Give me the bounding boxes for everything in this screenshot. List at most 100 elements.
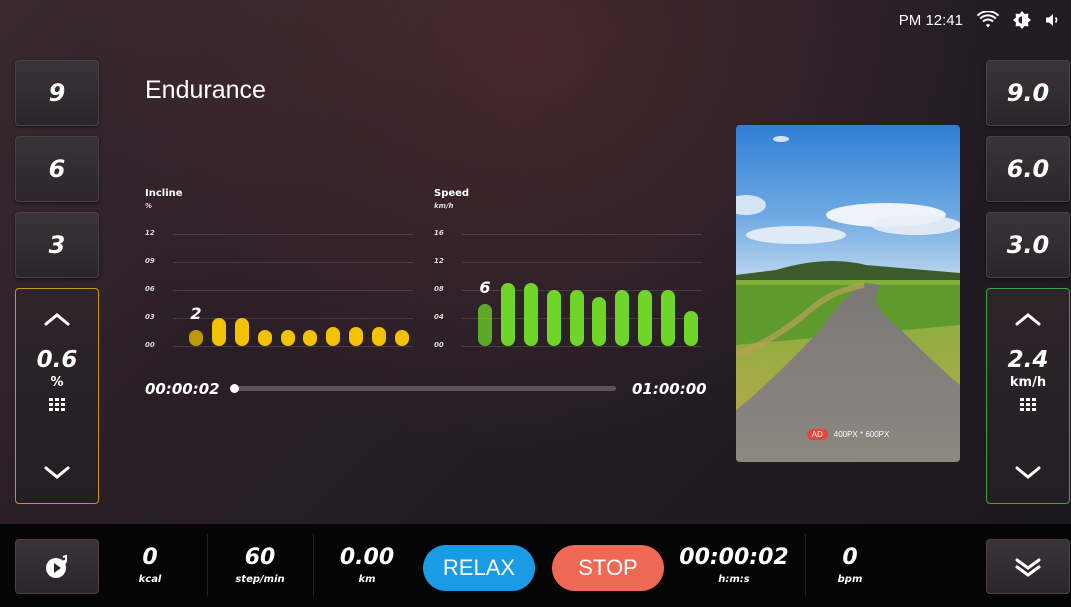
chart-title: Speed (434, 188, 470, 199)
media-button[interactable] (15, 539, 99, 594)
ad-badge: AD (806, 429, 828, 440)
incline-value: 0.6 (36, 347, 78, 373)
distance-stat: 0.00 km (330, 545, 404, 586)
speed-down-button[interactable] (987, 459, 1069, 487)
gridline (462, 234, 702, 235)
time-value: 00:00:02 (679, 545, 789, 570)
wifi-icon (977, 11, 999, 29)
keypad-icon[interactable] (1019, 398, 1037, 418)
chevron-up-icon (44, 313, 70, 326)
cadence-unit: step/min (235, 574, 285, 585)
ad-label: AD 400PX * 600PX (736, 429, 960, 440)
chart-bar (478, 304, 493, 346)
incline-preset-button[interactable]: 9 (15, 60, 99, 126)
incline-control: 0.6 % (15, 288, 99, 504)
gridline (173, 290, 413, 291)
chart-bar (524, 283, 538, 346)
divider (313, 534, 314, 596)
cadence-value: 60 (244, 545, 276, 570)
chevron-up-icon (1015, 313, 1041, 326)
stop-button[interactable]: STOP (552, 545, 664, 591)
current-value-label: 2 (190, 304, 202, 323)
calories-stat: 0 kcal (120, 545, 180, 586)
incline-chart: Incline% 12 09 06 03 00 2 (145, 188, 413, 358)
music-icon (46, 554, 67, 578)
chart-title: Incline (145, 188, 183, 199)
relax-button[interactable]: RELAX (423, 545, 535, 591)
chart-bar (212, 318, 227, 346)
chart-bar (546, 290, 561, 346)
speed-value: 2.4 (1007, 347, 1049, 373)
distance-value: 0.00 (339, 545, 395, 570)
gridline (462, 262, 702, 263)
speed-up-button[interactable] (987, 305, 1069, 333)
gridline (462, 346, 702, 347)
chart-unit: km/h (434, 202, 454, 210)
time-stat: 00:00:02 h:m:s (678, 545, 790, 586)
incline-up-button[interactable] (16, 305, 98, 333)
chart-bar (683, 311, 698, 346)
status-bar: PM 12:41 (899, 8, 1061, 32)
y-tick-label: 16 (434, 229, 444, 237)
incline-preset-button[interactable]: 3 (15, 212, 99, 278)
program-title: Endurance (145, 76, 266, 104)
progress-track (232, 386, 616, 391)
collapse-button[interactable] (986, 539, 1070, 594)
ad-banner[interactable]: AD 400PX * 600PX (736, 125, 960, 462)
volume-icon[interactable] (1045, 12, 1061, 28)
heart-rate-unit: bpm (837, 574, 863, 585)
y-tick-label: 09 (145, 257, 155, 265)
heart-rate-value: 0 (842, 545, 858, 570)
y-tick-label: 12 (434, 257, 444, 265)
chart-bar (569, 290, 584, 346)
chart-bar (501, 283, 516, 346)
heart-rate-stat: 0 bpm (822, 545, 878, 586)
incline-down-button[interactable] (16, 459, 98, 487)
calories-unit: kcal (138, 574, 162, 585)
chart-bar (592, 297, 607, 346)
speed-preset-button[interactable]: 6.0 (986, 136, 1070, 202)
speed-preset-button[interactable]: 3.0 (986, 212, 1070, 278)
speed-chart: Speed km/h 16 12 08 04 00 6 (434, 188, 702, 358)
chart-bar (371, 327, 386, 346)
y-tick-label: 08 (434, 285, 444, 293)
chart-bar (326, 327, 341, 346)
chart-bar (257, 330, 272, 346)
speed-unit: km/h (1009, 375, 1047, 390)
brightness-icon[interactable] (1013, 11, 1031, 29)
chart-bar (615, 290, 630, 346)
chart-bar (349, 327, 363, 346)
incline-unit: % (50, 375, 64, 390)
landscape-road-image (736, 125, 960, 462)
divider (805, 534, 806, 596)
y-tick-label: 03 (145, 313, 155, 321)
chart-unit: % (145, 202, 153, 210)
speed-preset-button[interactable]: 9.0 (986, 60, 1070, 126)
y-tick-label: 04 (434, 313, 444, 321)
distance-unit: km (358, 574, 376, 585)
speed-control: 2.4 km/h (986, 288, 1070, 504)
chart-bar (303, 330, 318, 346)
keypad-icon[interactable] (48, 398, 66, 418)
chart-bar (189, 330, 204, 346)
y-tick-label: 06 (145, 285, 155, 293)
elapsed-time: 00:00:02 (145, 380, 220, 398)
total-time: 01:00:00 (632, 380, 707, 398)
time-unit: h:m:s (718, 574, 750, 585)
y-tick-label: 00 (434, 341, 444, 349)
chart-bar (394, 330, 409, 346)
current-value-label: 6 (479, 278, 491, 297)
gridline (173, 234, 413, 235)
chevron-down-icon (44, 466, 70, 479)
bottom-bar: 0 kcal 60 step/min 0.00 km RELAX STOP 00… (0, 524, 1071, 607)
chevron-down-icon (1015, 466, 1041, 479)
chart-bar (660, 290, 675, 346)
ad-size-text: 400PX * 600PX (833, 430, 890, 439)
y-tick-label: 00 (145, 341, 155, 349)
divider (207, 534, 208, 596)
clock: PM 12:41 (898, 11, 963, 29)
incline-preset-button[interactable]: 6 (15, 136, 99, 202)
gridline (173, 318, 413, 319)
double-chevron-down-icon (1015, 558, 1041, 577)
calories-value: 0 (142, 545, 158, 570)
